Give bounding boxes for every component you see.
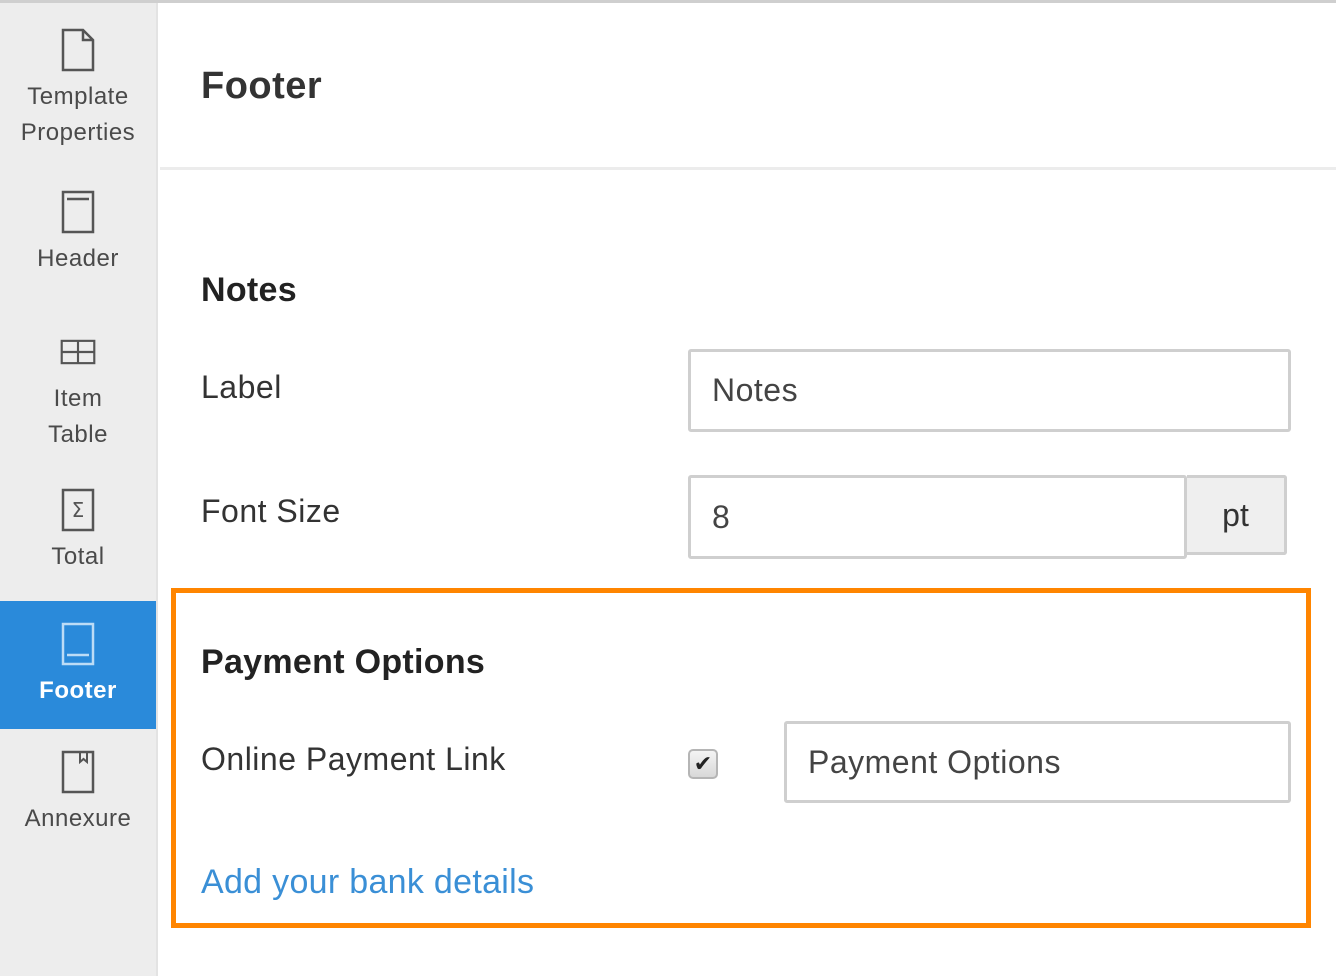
document-icon <box>60 27 96 73</box>
sidebar-item-label: Properties <box>20 119 136 146</box>
sigma-icon: Σ <box>60 487 96 533</box>
sidebar-item-item-table[interactable]: Item Table <box>0 329 156 459</box>
svg-text:Σ: Σ <box>72 498 85 522</box>
page-title: Footer <box>201 65 323 107</box>
font-size-input-value: 8 <box>712 498 731 535</box>
payment-options-heading: Payment Options <box>201 643 486 681</box>
font-size-unit: pt <box>1187 475 1287 555</box>
sidebar-item-annexure[interactable]: Annexure <box>0 749 156 859</box>
payment-options-input[interactable]: Payment Options <box>784 721 1291 803</box>
sidebar-item-label: Header <box>37 245 119 272</box>
online-payment-link-checkbox[interactable]: ✔ <box>688 749 718 779</box>
sidebar-item-label: Table <box>48 421 108 448</box>
sidebar-item-label: Item <box>53 385 103 412</box>
bookmark-page-icon <box>60 749 96 795</box>
sidebar-item-header[interactable]: Header <box>0 189 156 299</box>
payment-options-input-value: Payment Options <box>808 743 1061 780</box>
footer-icon <box>60 621 96 667</box>
table-icon <box>60 329 96 375</box>
sidebar-item-label: Annexure <box>24 805 132 832</box>
checkmark-icon: ✔ <box>693 751 713 776</box>
main-panel: Footer Notes Label Notes Font Size 8 pt … <box>160 3 1336 976</box>
notes-heading: Notes <box>201 271 297 309</box>
sidebar: Template Properties Header Item Table Σ … <box>0 3 158 976</box>
title-bar: Footer <box>160 3 1336 170</box>
add-bank-details-link[interactable]: Add your bank details <box>201 863 534 902</box>
online-payment-link-label: Online Payment Link <box>201 741 506 777</box>
sidebar-item-total[interactable]: Σ Total <box>0 487 156 587</box>
sidebar-item-footer[interactable]: Footer <box>0 601 156 729</box>
font-size-input[interactable]: 8 <box>688 475 1187 559</box>
notes-label-input[interactable]: Notes <box>688 349 1291 432</box>
sidebar-item-label: Footer <box>39 677 117 704</box>
header-icon <box>60 189 96 235</box>
notes-label-input-value: Notes <box>712 372 799 408</box>
sidebar-item-label: Template <box>27 83 129 110</box>
sidebar-item-template-properties[interactable]: Template Properties <box>0 23 156 173</box>
sidebar-item-label: Total <box>51 543 105 570</box>
label-field-label: Label <box>201 369 282 405</box>
font-size-label: Font Size <box>201 493 341 529</box>
